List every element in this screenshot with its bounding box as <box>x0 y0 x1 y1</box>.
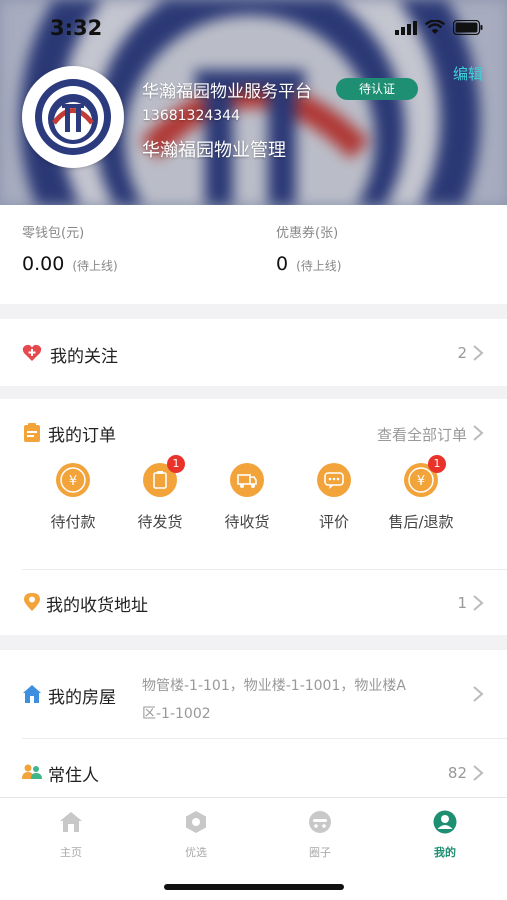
profile-name: 华瀚福园物业服务平台 <box>142 82 312 102</box>
community-icon <box>309 811 331 833</box>
svg-text:¥: ¥ <box>69 474 77 489</box>
wallet-balance-label: 零钱包(元) <box>22 226 85 241</box>
house-value-line: 区-1-1002 <box>142 706 211 722</box>
order-label: 待发货 <box>137 513 183 531</box>
profile-header: 3:32 编辑 华瀚福园物业服务平台 待认证 13681324344 华瀚福园物… <box>0 0 507 205</box>
tab-featured[interactable]: 优选 <box>156 810 236 860</box>
chevron-right-icon <box>473 765 484 781</box>
status-time: 3:32 <box>50 16 103 40</box>
wallet-section: 零钱包(元) 0.00 (待上线) 优惠券(张) 0 (待上线) <box>0 205 507 304</box>
clipboard-icon <box>24 423 40 442</box>
residents-row[interactable]: 常住人 82 <box>0 739 507 797</box>
address-label: 我的收货地址 <box>46 596 148 616</box>
address-row[interactable]: 我的收货地址 1 <box>0 570 507 635</box>
wallet-coupons[interactable]: 优惠券(张) 0 (待上线) <box>276 222 341 275</box>
follow-label: 我的关注 <box>50 347 118 367</box>
order-label: 待收货 <box>224 513 270 531</box>
order-label: 售后/退款 <box>388 513 454 531</box>
follow-row[interactable]: 我的关注 2 <box>0 319 507 386</box>
profile-organization: 华瀚福园物业管理 <box>142 140 286 161</box>
order-label: 评价 <box>318 513 349 531</box>
truck-icon <box>230 463 264 497</box>
edit-profile-link[interactable]: 编辑 <box>453 63 483 84</box>
chevron-right-icon[interactable] <box>471 424 485 442</box>
status-icons <box>395 20 483 35</box>
refund-icon: ¥ 1 <box>404 455 446 497</box>
tab-label: 优选 <box>185 846 207 859</box>
wallet-coupon-tag: (待上线) <box>296 259 342 273</box>
order-pending-payment[interactable]: ¥ 待付款 <box>35 463 111 532</box>
status-bar: 3:32 <box>0 0 507 56</box>
home-icon <box>60 812 82 832</box>
chevron-right-icon <box>473 686 484 702</box>
wallet-balance[interactable]: 零钱包(元) 0.00 (待上线) <box>22 222 118 275</box>
chevron-right-icon <box>473 345 484 361</box>
wallet-balance-value: 0.00 <box>22 253 65 275</box>
follow-count: 2 <box>457 344 467 362</box>
order-label: 待付款 <box>50 513 96 531</box>
package-icon: 1 <box>143 455 185 497</box>
orders-title: 我的订单 <box>48 426 116 446</box>
house-label: 我的房屋 <box>48 688 116 708</box>
hexagon-icon <box>186 811 206 833</box>
tab-me[interactable]: 我的 <box>405 810 485 860</box>
order-pending-receipt[interactable]: 待收货 <box>209 463 285 532</box>
tab-label: 圈子 <box>309 846 331 859</box>
tab-community[interactable]: 圈子 <box>280 810 360 860</box>
tab-home[interactable]: 主页 <box>31 810 111 860</box>
location-pin-icon <box>24 593 40 611</box>
heart-icon <box>22 344 42 361</box>
residents-count: 82 <box>447 764 467 782</box>
tab-label: 主页 <box>60 846 82 859</box>
avatar[interactable] <box>22 66 124 168</box>
view-all-orders-link[interactable]: 查看全部订单 <box>377 424 467 445</box>
house-icon <box>23 685 41 703</box>
house-row[interactable]: 我的房屋 物管楼-1-101，物业楼-1-1001，物业楼A 区-1-1002 <box>0 650 507 738</box>
order-badge: 1 <box>167 455 185 473</box>
wallet-coupon-value: 0 <box>276 253 289 275</box>
address-count: 1 <box>457 594 467 612</box>
comment-icon <box>317 463 351 497</box>
battery-icon <box>453 20 483 35</box>
wifi-icon <box>425 20 445 34</box>
order-after-sales[interactable]: ¥ 1 售后/退款 <box>383 455 459 532</box>
residents-label: 常住人 <box>48 766 99 786</box>
profile-phone: 13681324344 <box>142 108 240 124</box>
home-indicator <box>164 884 344 890</box>
order-review[interactable]: 评价 <box>296 463 372 532</box>
wallet-balance-tag: (待上线) <box>72 259 118 273</box>
order-pending-shipment[interactable]: 1 待发货 <box>122 455 198 532</box>
signal-icon <box>395 20 417 35</box>
tab-label: 我的 <box>434 846 456 859</box>
property-logo <box>35 79 111 155</box>
verification-badge[interactable]: 待认证 <box>336 78 418 100</box>
svg-text:¥: ¥ <box>417 474 425 489</box>
chevron-right-icon <box>473 595 484 611</box>
house-value-line: 物管楼-1-101，物业楼-1-1001，物业楼A <box>142 678 406 694</box>
profile-icon <box>433 810 457 834</box>
yuan-icon: ¥ <box>56 463 90 497</box>
order-badge: 1 <box>428 455 446 473</box>
house-value: 物管楼-1-101，物业楼-1-1001，物业楼A 区-1-1002 <box>142 672 442 728</box>
people-icon <box>22 764 42 779</box>
wallet-coupon-label: 优惠券(张) <box>276 226 339 241</box>
